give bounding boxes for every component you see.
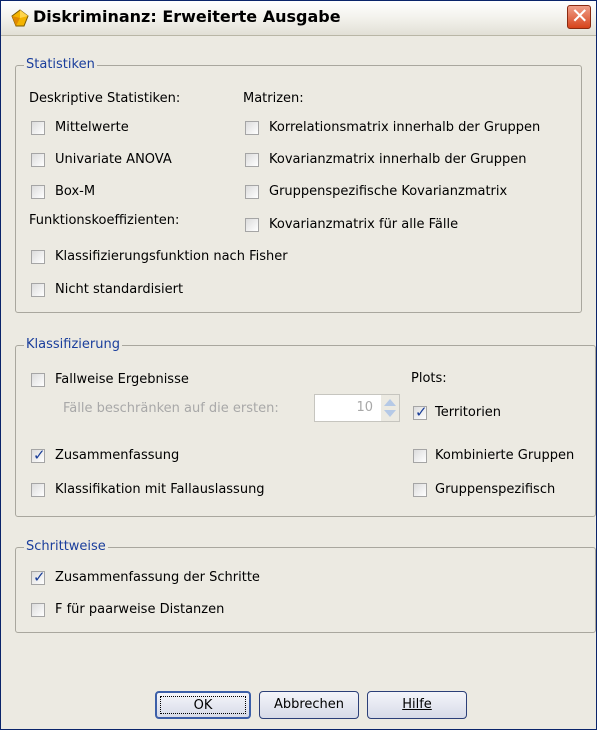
- gruppenspezifische-kovarianz-checkbox[interactable]: [245, 185, 259, 199]
- kovarianzmatrix-alle-checkbox[interactable]: [245, 218, 259, 232]
- ok-button[interactable]: OK: [155, 691, 251, 719]
- fallauslassung-checkbox[interactable]: [31, 483, 45, 497]
- close-button[interactable]: ✕: [567, 4, 591, 29]
- nicht-standardisiert-label[interactable]: Nicht standardisiert: [55, 282, 183, 297]
- kovarianzmatrix-gruppen-label[interactable]: Kovarianzmatrix innerhalb der Gruppen: [269, 152, 527, 167]
- limit-stepper[interactable]: 10: [314, 394, 400, 422]
- schrittweise-group: Schrittweise: [15, 539, 596, 633]
- zusammenfassung-schritte-checkbox[interactable]: ✓: [31, 568, 46, 586]
- matrizen-label: Matrizen:: [243, 91, 304, 106]
- window-title: Diskriminanz: Erweiterte Ausgabe: [33, 7, 341, 26]
- gruppenspezifisch-label[interactable]: Gruppenspezifisch: [435, 482, 555, 497]
- univariate-anova-label[interactable]: Univariate ANOVA: [55, 152, 172, 167]
- funktionskoeffizienten-label: Funktionskoeffizienten:: [29, 213, 180, 228]
- korrelationsmatrix-label[interactable]: Korrelationsmatrix innerhalb der Gruppen: [269, 120, 540, 135]
- gruppenspezifisch-checkbox[interactable]: [413, 483, 427, 497]
- fallauslassung-label[interactable]: Klassifikation mit Fallauslassung: [55, 482, 265, 497]
- help-label: Hilfe: [402, 697, 432, 712]
- deskriptive-label: Deskriptive Statistiken:: [29, 91, 181, 106]
- territorien-checkbox[interactable]: ✓: [413, 403, 428, 421]
- f-paarweise-label[interactable]: F für paarweise Distanzen: [55, 602, 224, 617]
- zusammenfassung-checkbox[interactable]: ✓: [31, 446, 46, 464]
- help-button[interactable]: Hilfe: [367, 691, 467, 719]
- spin-up-icon[interactable]: [384, 399, 396, 406]
- checkmark-icon: ✓: [33, 568, 46, 586]
- univariate-anova-checkbox[interactable]: [31, 153, 45, 167]
- limit-label: Fälle beschränken auf die ersten:: [63, 401, 279, 416]
- focus-ring: [160, 696, 246, 714]
- nicht-standardisiert-checkbox[interactable]: [31, 283, 45, 297]
- f-paarweise-checkbox[interactable]: [31, 603, 45, 617]
- close-icon: ✕: [571, 4, 589, 28]
- kombinierte-gruppen-checkbox[interactable]: [413, 449, 427, 463]
- gruppenspezifische-kovarianz-label[interactable]: Gruppenspezifische Kovarianzmatrix: [269, 184, 507, 199]
- mittelwerte-checkbox[interactable]: [31, 121, 45, 135]
- kovarianzmatrix-alle-label[interactable]: Kovarianzmatrix für alle Fälle: [269, 217, 458, 232]
- box-m-checkbox[interactable]: [31, 185, 45, 199]
- title-bar[interactable]: Diskriminanz: Erweiterte Ausgabe ✕: [1, 1, 596, 36]
- territorien-label[interactable]: Territorien: [435, 405, 501, 420]
- fallweise-checkbox[interactable]: [31, 373, 45, 387]
- spin-down-icon[interactable]: [384, 410, 396, 417]
- klassifizierung-legend: Klassifizierung: [24, 337, 122, 352]
- mittelwerte-label[interactable]: Mittelwerte: [55, 120, 129, 135]
- fisher-checkbox[interactable]: [31, 250, 45, 264]
- box-m-label[interactable]: Box-M: [55, 184, 95, 199]
- statistiken-legend: Statistiken: [24, 57, 97, 72]
- checkmark-icon: ✓: [33, 446, 46, 464]
- schrittweise-legend: Schrittweise: [24, 539, 108, 554]
- checkmark-icon: ✓: [415, 403, 428, 421]
- app-icon: [11, 9, 29, 27]
- stepper-arrows[interactable]: [381, 395, 399, 421]
- cancel-button[interactable]: Abbrechen: [259, 691, 359, 719]
- dialog-window: Diskriminanz: Erweiterte Ausgabe ✕ Stati…: [0, 0, 597, 730]
- zusammenfassung-schritte-label[interactable]: Zusammenfassung der Schritte: [55, 570, 260, 585]
- kovarianzmatrix-gruppen-checkbox[interactable]: [245, 153, 259, 167]
- zusammenfassung-label[interactable]: Zusammenfassung: [55, 448, 179, 463]
- fisher-label[interactable]: Klassifizierungsfunktion nach Fisher: [55, 249, 288, 264]
- fallweise-label[interactable]: Fallweise Ergebnisse: [55, 372, 189, 387]
- korrelationsmatrix-checkbox[interactable]: [245, 121, 259, 135]
- cancel-label: Abbrechen: [273, 697, 345, 712]
- limit-value: 10: [356, 400, 373, 415]
- kombinierte-gruppen-label[interactable]: Kombinierte Gruppen: [435, 448, 574, 463]
- plots-label: Plots:: [411, 371, 447, 386]
